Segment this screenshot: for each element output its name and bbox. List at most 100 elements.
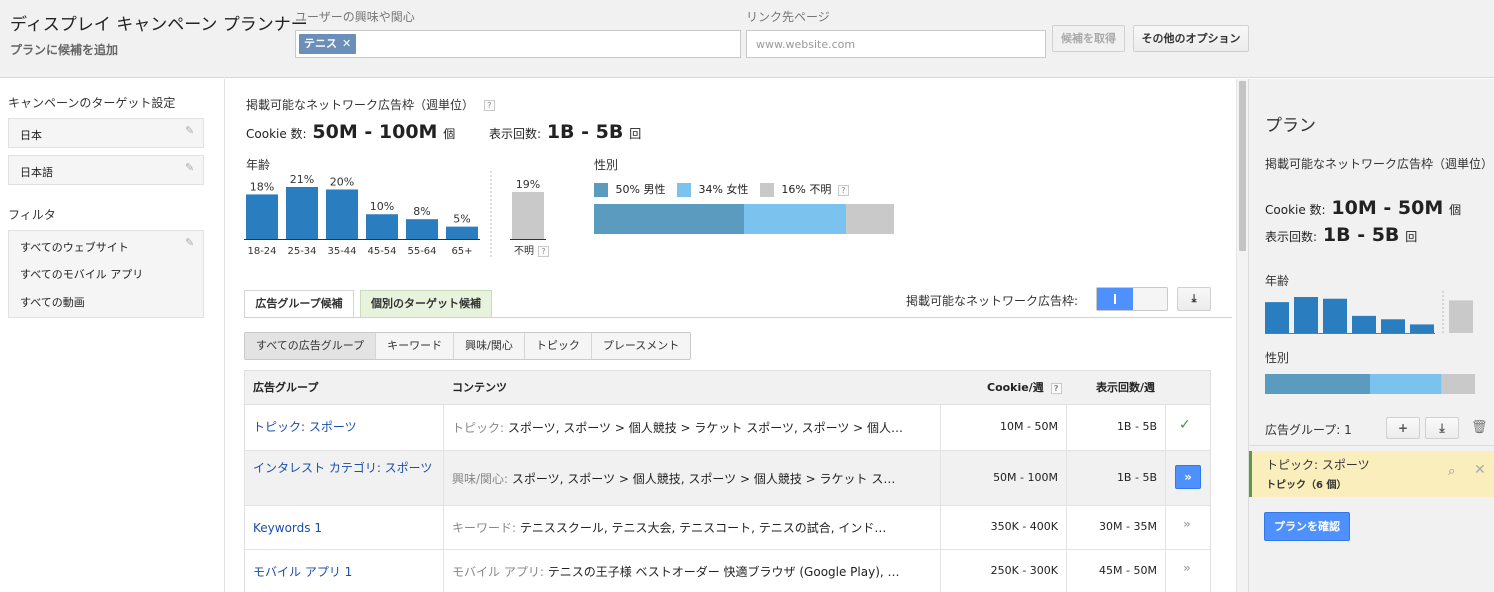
plan-gender-segment bbox=[1370, 374, 1442, 394]
age-category-label: 65+ bbox=[451, 246, 472, 257]
help-icon[interactable]: ? bbox=[538, 246, 549, 257]
age-value-label: 18% bbox=[250, 180, 274, 193]
row-content: トピック: スポーツ, スポーツ > 個人競技 > ラケット スポーツ, スポー… bbox=[452, 419, 937, 436]
table-row[interactable]: インタレスト カテゴリ: スポーツ 興味/関心: スポーツ, スポーツ > 個人… bbox=[245, 451, 1210, 506]
segment-interests[interactable]: 興味/関心 bbox=[454, 333, 525, 359]
age-chart: 18% 18-24 21% 25-34 20% 35-44 10% 45-54 8% 55-64 5… bbox=[244, 171, 546, 259]
tab-individual-targets[interactable]: 個別のターゲット候補 bbox=[360, 290, 492, 317]
row-name-link[interactable]: モバイル アプリ 1 bbox=[253, 563, 433, 581]
column-separator bbox=[443, 506, 444, 550]
pencil-icon[interactable]: ✎ bbox=[185, 125, 196, 136]
unknown-help: ? bbox=[538, 244, 549, 258]
column-separator bbox=[1066, 451, 1067, 506]
more-options-button[interactable]: その他のオプション bbox=[1133, 25, 1249, 52]
segment-placements[interactable]: プレースメント bbox=[592, 333, 690, 359]
unknown-gender-label: 16% 不明 bbox=[781, 183, 832, 196]
plan-age-bar bbox=[1352, 315, 1376, 333]
close-icon[interactable]: ✕ bbox=[342, 37, 351, 50]
gender-chart-title: 性別 bbox=[594, 158, 619, 172]
column-separator bbox=[1165, 550, 1166, 592]
ad-group-table: 広告グループ コンテンツ Cookie/週 ? 表示回数/週 トピック: スポー… bbox=[244, 370, 1211, 592]
header-ad-group[interactable]: 広告グループ bbox=[253, 371, 318, 405]
impressions-label: 表示回数: bbox=[488, 127, 541, 141]
header-cookie[interactable]: Cookie/週 ? bbox=[987, 371, 1062, 405]
help-icon[interactable]: ? bbox=[837, 184, 849, 196]
help-icon[interactable]: ? bbox=[483, 100, 495, 111]
table-row[interactable]: トピック: スポーツ トピック: スポーツ, スポーツ > 個人競技 > ラケッ… bbox=[245, 405, 1210, 451]
download-icon: ⤓ bbox=[1191, 292, 1197, 305]
row-content-type: 興味/関心: bbox=[452, 472, 509, 486]
plan-age-bar bbox=[1265, 302, 1289, 333]
plan-cookie-label: Cookie 数: bbox=[1265, 203, 1326, 217]
row-content-text: スポーツ, スポーツ > 個人競技, スポーツ > 個人競技 > ラケット ス… bbox=[511, 472, 896, 486]
close-icon[interactable]: ✕ bbox=[1474, 462, 1486, 478]
link-url-input[interactable] bbox=[746, 30, 1046, 58]
row-name-link[interactable]: トピック: スポーツ bbox=[253, 418, 433, 436]
download-icon: ⤓ bbox=[1439, 421, 1445, 435]
gender-legend: 50% 男性 34% 女性 16% 不明 ? bbox=[594, 181, 849, 197]
pencil-icon[interactable]: ✎ bbox=[185, 162, 196, 173]
plan-download-button[interactable]: ⤓ bbox=[1425, 417, 1459, 439]
interest-chip[interactable]: テニス ✕ bbox=[299, 34, 357, 54]
age-bar bbox=[366, 214, 398, 239]
plan-gender-chart bbox=[1265, 374, 1475, 394]
segment-topics[interactable]: トピック bbox=[525, 333, 592, 359]
header-content[interactable]: コンテンツ bbox=[452, 371, 507, 405]
plan-ad-group-item[interactable]: トピック: スポーツ トピック（6 個） ⌕ ✕ bbox=[1249, 451, 1494, 497]
column-separator bbox=[1066, 405, 1067, 451]
check-icon[interactable]: ✓ bbox=[1179, 417, 1191, 433]
segment-keywords[interactable]: キーワード bbox=[376, 333, 455, 359]
filter-mobile-apps: すべてのモバイル アプリ bbox=[20, 268, 144, 281]
segment-all-ad-groups[interactable]: すべての広告グループ bbox=[245, 333, 377, 359]
help-icon[interactable]: ? bbox=[1050, 382, 1062, 394]
chevron-double-right-icon[interactable]: » bbox=[1183, 561, 1191, 575]
plan-cookie-value: 10M - 50M bbox=[1331, 197, 1444, 219]
targeting-location[interactable]: 日本 ✎ bbox=[8, 118, 204, 148]
inventory-title: 掲載可能なネットワーク広告枠（週単位） ? bbox=[246, 96, 495, 113]
gender-segment bbox=[594, 204, 744, 234]
unknown-swatch bbox=[759, 183, 774, 197]
trash-icon[interactable]: 🗑 bbox=[1471, 420, 1488, 435]
row-content: 興味/関心: スポーツ, スポーツ > 個人競技, スポーツ > 個人競技 > … bbox=[452, 470, 937, 487]
row-impressions: 1B - 5B bbox=[1116, 420, 1157, 433]
scrollbar-thumb[interactable] bbox=[1239, 81, 1246, 251]
tab-ad-group-candidates[interactable]: 広告グループ候補 bbox=[244, 290, 354, 317]
filter-box[interactable]: すべてのウェブサイト すべてのモバイル アプリ すべての動画 ✎ bbox=[8, 230, 204, 318]
filter-websites: すべてのウェブサイト bbox=[20, 241, 129, 254]
main-scrollbar[interactable] bbox=[1236, 79, 1248, 592]
age-category-label: 18-24 bbox=[247, 246, 276, 257]
row-name-link[interactable]: Keywords 1 bbox=[253, 519, 433, 537]
age-value-label: 10% bbox=[370, 200, 394, 213]
plan-impressions-value: 1B - 5B bbox=[1322, 224, 1400, 246]
inventory-toggle[interactable] bbox=[1096, 287, 1168, 311]
age-bar bbox=[286, 187, 318, 239]
age-bar bbox=[246, 194, 278, 239]
column-separator bbox=[443, 550, 444, 592]
get-candidates-button[interactable]: 候補を取得 bbox=[1052, 25, 1125, 52]
column-separator bbox=[1165, 506, 1166, 550]
header-impressions[interactable]: 表示回数/週 bbox=[1096, 371, 1155, 405]
interest-input[interactable]: テニス ✕ bbox=[295, 30, 741, 58]
chevron-double-right-icon[interactable]: » bbox=[1175, 465, 1201, 489]
table-header: 広告グループ コンテンツ Cookie/週 ? 表示回数/週 bbox=[245, 371, 1210, 405]
download-button[interactable]: ⤓ bbox=[1177, 287, 1211, 311]
gender-segment bbox=[846, 204, 894, 234]
age-bar bbox=[446, 226, 478, 239]
table-row[interactable]: Keywords 1 キーワード: テニススクール, テニス大会, テニスコート… bbox=[245, 506, 1210, 550]
interest-chip-label: テニス bbox=[304, 37, 337, 50]
inventory-stats: Cookie 数: 50M - 100M 個 表示回数: 1B - 5B 回 bbox=[246, 121, 641, 143]
age-bar bbox=[326, 189, 358, 239]
female-swatch bbox=[676, 183, 691, 197]
row-content-type: キーワード: bbox=[452, 521, 517, 535]
confirm-plan-button[interactable]: プランを確認 bbox=[1264, 512, 1350, 541]
chevron-double-right-icon[interactable]: » bbox=[1183, 517, 1191, 531]
column-separator bbox=[443, 451, 444, 506]
table-row[interactable]: モバイル アプリ 1 モバイル アプリ: テニスの王子様 ベストオーダー 快適ブ… bbox=[245, 550, 1210, 592]
plan-impression-stats: 表示回数: 1B - 5B 回 bbox=[1265, 224, 1417, 246]
add-button[interactable]: + bbox=[1386, 417, 1420, 439]
pencil-icon[interactable]: ✎ bbox=[185, 237, 196, 248]
row-name-link[interactable]: インタレスト カテゴリ: スポーツ bbox=[253, 459, 433, 477]
targeting-language[interactable]: 日本語 ✎ bbox=[8, 155, 204, 185]
plan-item-sub: トピック（6 個） bbox=[1266, 480, 1347, 491]
search-icon[interactable]: ⌕ bbox=[1448, 464, 1455, 479]
